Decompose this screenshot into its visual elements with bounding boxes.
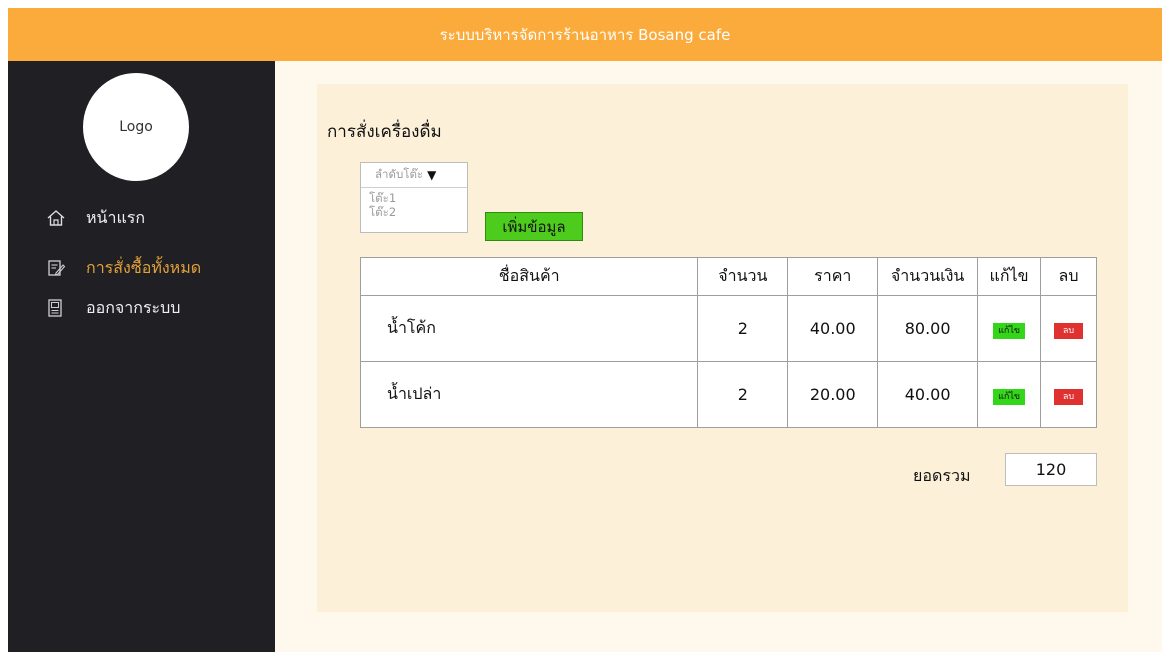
home-icon	[46, 208, 66, 228]
select-placeholder: ลำดับโต๊ะ	[375, 167, 424, 181]
total-label: ยอดรวม	[913, 466, 971, 485]
table-row: น้ำเปล่า 2 20.00 40.00 แก้ไข ลบ	[359, 361, 1097, 428]
sidebar-item-logout[interactable]: ออกจากระบบ	[46, 295, 180, 321]
cell-delete: ลบ	[1040, 361, 1097, 428]
column-header-price: ราคา	[787, 257, 879, 296]
edit-document-icon	[46, 258, 66, 278]
table-number-select[interactable]: ลำดับโต๊ะ ▼ โต๊ะ1 โต๊ะ2	[360, 162, 468, 233]
sidebar: Logo หน้าแรก การสั่งซื้อทั้งหมด ออกจากระ…	[8, 61, 275, 652]
sidebar-item-orders[interactable]: การสั่งซื้อทั้งหมด	[46, 255, 201, 281]
sidebar-item-home[interactable]: หน้าแรก	[46, 205, 145, 231]
sidebar-item-label: ออกจากระบบ	[86, 297, 181, 317]
edit-button[interactable]: แก้ไข	[993, 323, 1026, 339]
add-data-button[interactable]: เพิ่มข้อมูล	[485, 212, 583, 241]
table-header-row: ชื่อสินค้า จำนวน ราคา จำนวนเงิน แก้ไข ลบ	[359, 257, 1097, 296]
delete-button[interactable]: ลบ	[1053, 323, 1084, 339]
sidebar-item-label: หน้าแรก	[86, 207, 146, 227]
cell-edit: แก้ไข	[977, 295, 1042, 362]
column-header-edit: แก้ไข	[977, 257, 1042, 296]
cell-product-name: น้ำเปล่า	[359, 361, 699, 428]
cell-qty: 2	[697, 361, 789, 428]
cell-amount: 80.00	[877, 295, 979, 362]
total-value-field: 120	[1005, 453, 1097, 486]
cell-qty: 2	[697, 295, 789, 362]
select-head[interactable]: ลำดับโต๊ะ ▼	[361, 163, 467, 188]
column-header-product: ชื่อสินค้า	[359, 257, 699, 296]
app-window: ระบบบริหารจัดการร้านอาหาร Bosang cafe Lo…	[8, 8, 1162, 652]
cell-price: 20.00	[787, 361, 879, 428]
cell-edit: แก้ไข	[977, 361, 1042, 428]
column-header-delete: ลบ	[1040, 257, 1097, 296]
select-option[interactable]: โต๊ะ1	[361, 191, 467, 205]
app-title: ระบบบริหารจัดการร้านอาหาร Bosang cafe	[439, 25, 731, 44]
cell-delete: ลบ	[1040, 295, 1097, 362]
header-bar: ระบบบริหารจัดการร้านอาหาร Bosang cafe	[8, 8, 1162, 61]
cell-price: 40.00	[787, 295, 879, 362]
delete-button[interactable]: ลบ	[1053, 389, 1084, 405]
dropdown-arrow-icon: ▼	[427, 168, 437, 182]
logo-text: Logo	[119, 119, 153, 135]
table-row: น้ำโค้ก 2 40.00 80.00 แก้ไข ลบ	[359, 295, 1097, 362]
cell-product-name: น้ำโค้ก	[359, 295, 699, 362]
main-content: การสั่งเครื่องดื่ม ลำดับโต๊ะ ▼ โต๊ะ1 โต๊…	[317, 84, 1128, 612]
logout-icon	[46, 298, 66, 318]
total-value: 120	[1035, 460, 1067, 479]
logo: Logo	[83, 73, 189, 181]
edit-button[interactable]: แก้ไข	[993, 389, 1026, 405]
column-header-amount: จำนวนเงิน	[877, 257, 979, 296]
page-title: การสั่งเครื่องดื่ม	[327, 122, 442, 142]
cell-amount: 40.00	[877, 361, 979, 428]
sidebar-item-label: การสั่งซื้อทั้งหมด	[86, 257, 202, 277]
column-header-qty: จำนวน	[697, 257, 789, 296]
select-option[interactable]: โต๊ะ2	[361, 205, 467, 219]
orders-table: ชื่อสินค้า จำนวน ราคา จำนวนเงิน แก้ไข ลบ…	[359, 257, 1097, 428]
